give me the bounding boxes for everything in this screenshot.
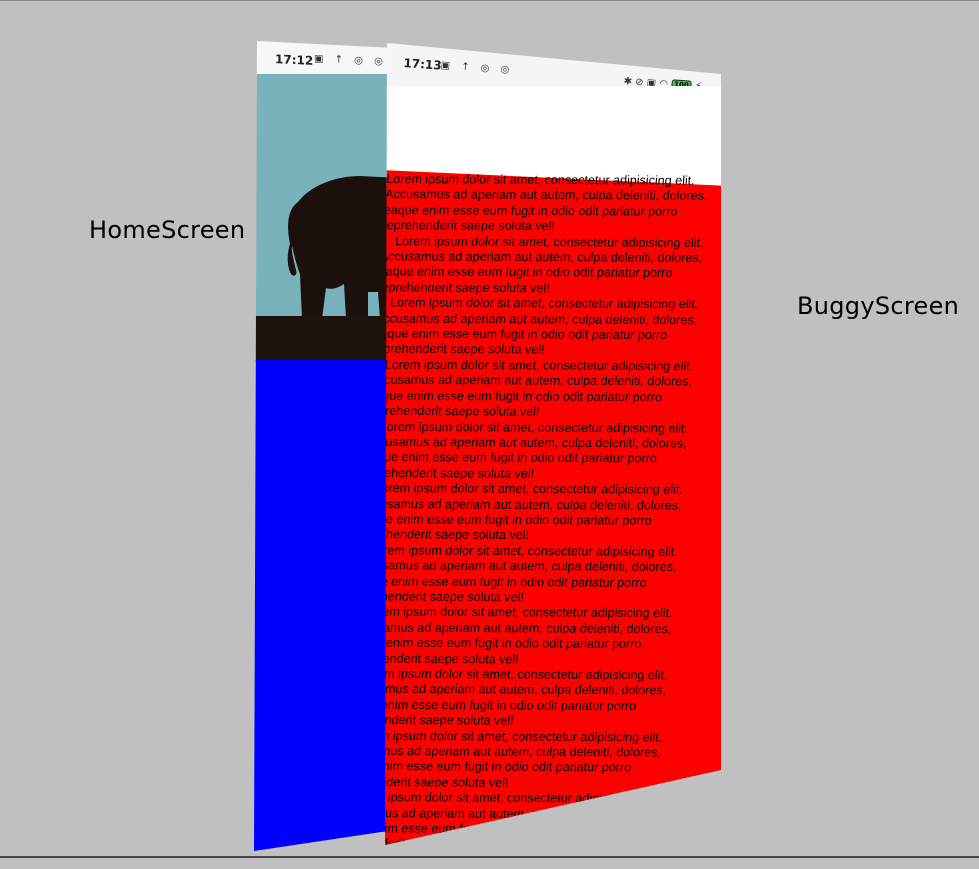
lorem-paragraph: Lorem ipsum dolor sit amet, consectetur …: [345, 604, 674, 667]
lorem-paragraph: Lorem ipsum dolor sit amet, consectetur …: [361, 419, 689, 481]
buggyscreen-lorem-text: Lorem ipsum dolor sit amet, consectetur …: [335, 172, 718, 868]
lorem-paragraph: Lorem ipsum dolor sit amet, consectetur …: [343, 852, 653, 868]
lorem-paragraph: Lorem ipsum dolor sit amet, consectetur …: [356, 481, 684, 543]
homescreen-label: HomeScreen: [89, 216, 246, 244]
homescreen-status-time: 17:12: [275, 52, 314, 68]
lorem-paragraph: Lorem ipsum dolor sit amet, consectetur …: [340, 666, 669, 728]
buggyscreen-status-time: 17:13: [403, 56, 443, 73]
top-border: [0, 0, 979, 1]
lorem-paragraph: Lorem ipsum dolor sit amet, consectetur …: [371, 295, 699, 357]
lorem-paragraph: Lorem ipsum dolor sit amet, consectetur …: [381, 172, 708, 234]
buggyscreen-label: BuggyScreen: [797, 292, 960, 320]
lorem-paragraph: Lorem ipsum dolor sit amet, consectetur …: [376, 233, 705, 296]
homescreen-ground-strip: [254, 316, 395, 362]
lorem-paragraph: Lorem ipsum dolor sit amet, consectetur …: [335, 728, 663, 790]
lorem-paragraph: Lorem ipsum dolor sit amet, consectetur …: [351, 542, 679, 605]
buggyscreen-panel[interactable]: 17:13 ▣ ↑ ◎ ◎ ✱ ⊘ ▣ ◠ 100 ⚡ Lorem ipsum …: [385, 43, 721, 845]
lorem-paragraph: Lorem ipsum dolor sit amet, consectetur …: [366, 357, 694, 419]
homescreen-blue-body: [254, 360, 395, 851]
